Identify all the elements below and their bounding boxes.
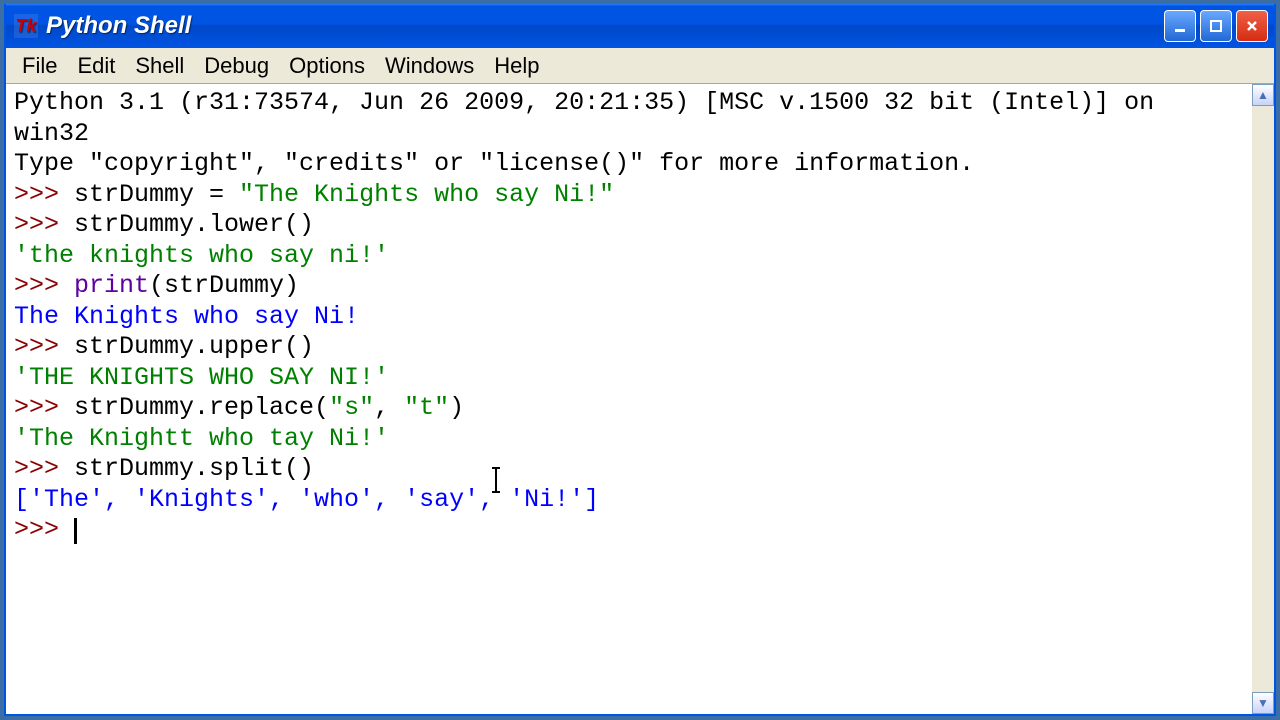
vertical-scrollbar[interactable]: ▲ ▼ xyxy=(1252,84,1274,714)
titlebar[interactable]: Tk Python Shell xyxy=(6,4,1274,48)
menu-help[interactable]: Help xyxy=(484,51,549,81)
app-icon: Tk xyxy=(14,14,38,38)
window-frame: Tk Python Shell File Edit Shell Debug Op… xyxy=(4,4,1276,716)
menu-edit[interactable]: Edit xyxy=(67,51,125,81)
scroll-down-button[interactable]: ▼ xyxy=(1252,692,1274,714)
menu-debug[interactable]: Debug xyxy=(194,51,279,81)
menubar: File Edit Shell Debug Options Windows He… xyxy=(6,48,1274,84)
menu-windows[interactable]: Windows xyxy=(375,51,484,81)
menu-file[interactable]: File xyxy=(12,51,67,81)
text-caret xyxy=(74,518,77,544)
menu-options[interactable]: Options xyxy=(279,51,375,81)
window-title: Python Shell xyxy=(46,12,191,40)
window-buttons xyxy=(1164,10,1274,42)
scroll-up-button[interactable]: ▲ xyxy=(1252,84,1274,106)
maximize-button[interactable] xyxy=(1200,10,1232,42)
minimize-button[interactable] xyxy=(1164,10,1196,42)
shell-content[interactable]: Python 3.1 (r31:73574, Jun 26 2009, 20:2… xyxy=(6,84,1252,714)
close-button[interactable] xyxy=(1236,10,1268,42)
content-wrap: Python 3.1 (r31:73574, Jun 26 2009, 20:2… xyxy=(6,84,1274,714)
menu-shell[interactable]: Shell xyxy=(125,51,194,81)
